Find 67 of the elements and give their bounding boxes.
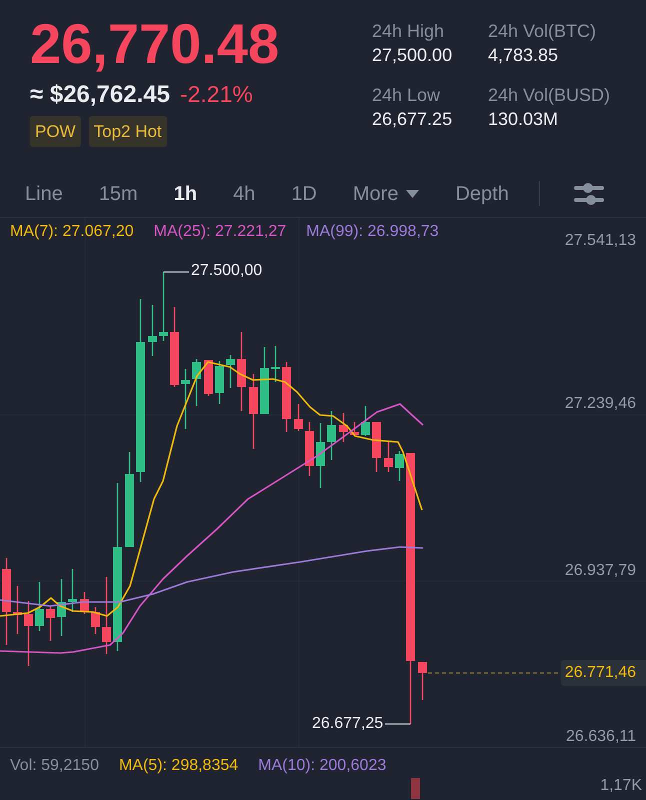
stat-label: 24h High	[372, 20, 446, 43]
settings-icon[interactable]	[574, 182, 604, 206]
price-axis-label: 27.239,46	[564, 394, 636, 414]
interval-tab[interactable]: More	[352, 180, 420, 206]
price-axis-label: 26.937,79	[564, 561, 636, 581]
volume-legend: MA(10): 200,6023	[258, 756, 386, 776]
stat-value: 26,677.25	[372, 108, 454, 131]
interval-tab[interactable]: 1h	[174, 180, 198, 206]
candlestick	[327, 411, 336, 460]
high-price-label: 27.500,00	[191, 261, 262, 281]
interval-tab[interactable]: 1D	[291, 180, 317, 206]
candlestick	[395, 451, 404, 481]
price-axis-label: 27.541,13	[564, 231, 636, 251]
moving-average-legend: MA(7): 27.067,20	[10, 222, 134, 242]
tag[interactable]: POW	[30, 116, 81, 147]
leader-line	[385, 723, 410, 725]
stat-value: 130.03M	[488, 108, 560, 131]
low-price-label: 26.677,25	[312, 714, 384, 734]
candlestick	[260, 347, 269, 414]
candlestick	[215, 361, 224, 404]
tag[interactable]: Top2 Hot	[88, 116, 167, 147]
candlestick	[316, 423, 325, 488]
stat-value: 4,783.85	[488, 44, 560, 67]
stat-value: 27,500.00	[372, 44, 454, 67]
candlestick	[159, 272, 168, 341]
candlestick	[271, 346, 280, 382]
volume-axis-label: 1,17K	[600, 776, 642, 796]
candlestick	[68, 569, 77, 612]
candlestick	[418, 662, 427, 700]
price-change: -2.21%	[180, 80, 253, 109]
fiat-price: ≈ $26,762.45	[30, 80, 170, 110]
leader-line	[164, 271, 189, 273]
candlestick	[339, 413, 348, 442]
candlestick	[226, 355, 235, 388]
candlestick	[372, 422, 381, 472]
price-axis-label: 26.636,11	[566, 727, 636, 747]
volume-legend: Vol: 59,2150	[10, 756, 99, 776]
last-price: 26,770.48	[30, 16, 280, 72]
candlestick	[361, 406, 370, 436]
candlestick	[80, 592, 89, 614]
candlestick	[181, 369, 190, 429]
candlestick	[91, 607, 100, 634]
candlestick	[46, 606, 55, 641]
candlestick	[57, 579, 66, 636]
interval-tab[interactable]: Depth	[455, 180, 509, 206]
stat-label: 24h Vol(BTC)	[488, 20, 598, 43]
candlestick	[282, 362, 291, 432]
volume-bar	[411, 778, 420, 799]
candlestick	[35, 582, 44, 631]
candlestick	[192, 359, 201, 406]
candlestick	[24, 601, 33, 666]
stat-label: 24h Vol(BUSD)	[488, 84, 612, 107]
interval-tab[interactable]: 4h	[233, 180, 256, 206]
candlestick	[350, 422, 359, 436]
candlestick	[204, 360, 213, 396]
interval-tab[interactable]: Line	[25, 180, 63, 206]
stat-label: 24h Low	[372, 84, 442, 107]
moving-average-legend: MA(99): 26.998,73	[306, 222, 439, 242]
candlestick	[294, 404, 303, 431]
candlestick	[13, 586, 22, 634]
volume-legend: MA(5): 298,8354	[118, 756, 238, 776]
candlestick	[305, 422, 314, 476]
moving-average-legend: MA(25): 27.221,27	[154, 222, 286, 242]
last-price-tag: 26.771,46	[560, 660, 646, 686]
candlestick	[384, 442, 393, 472]
interval-tab[interactable]: 15m	[98, 180, 138, 206]
candlestick	[148, 305, 157, 356]
